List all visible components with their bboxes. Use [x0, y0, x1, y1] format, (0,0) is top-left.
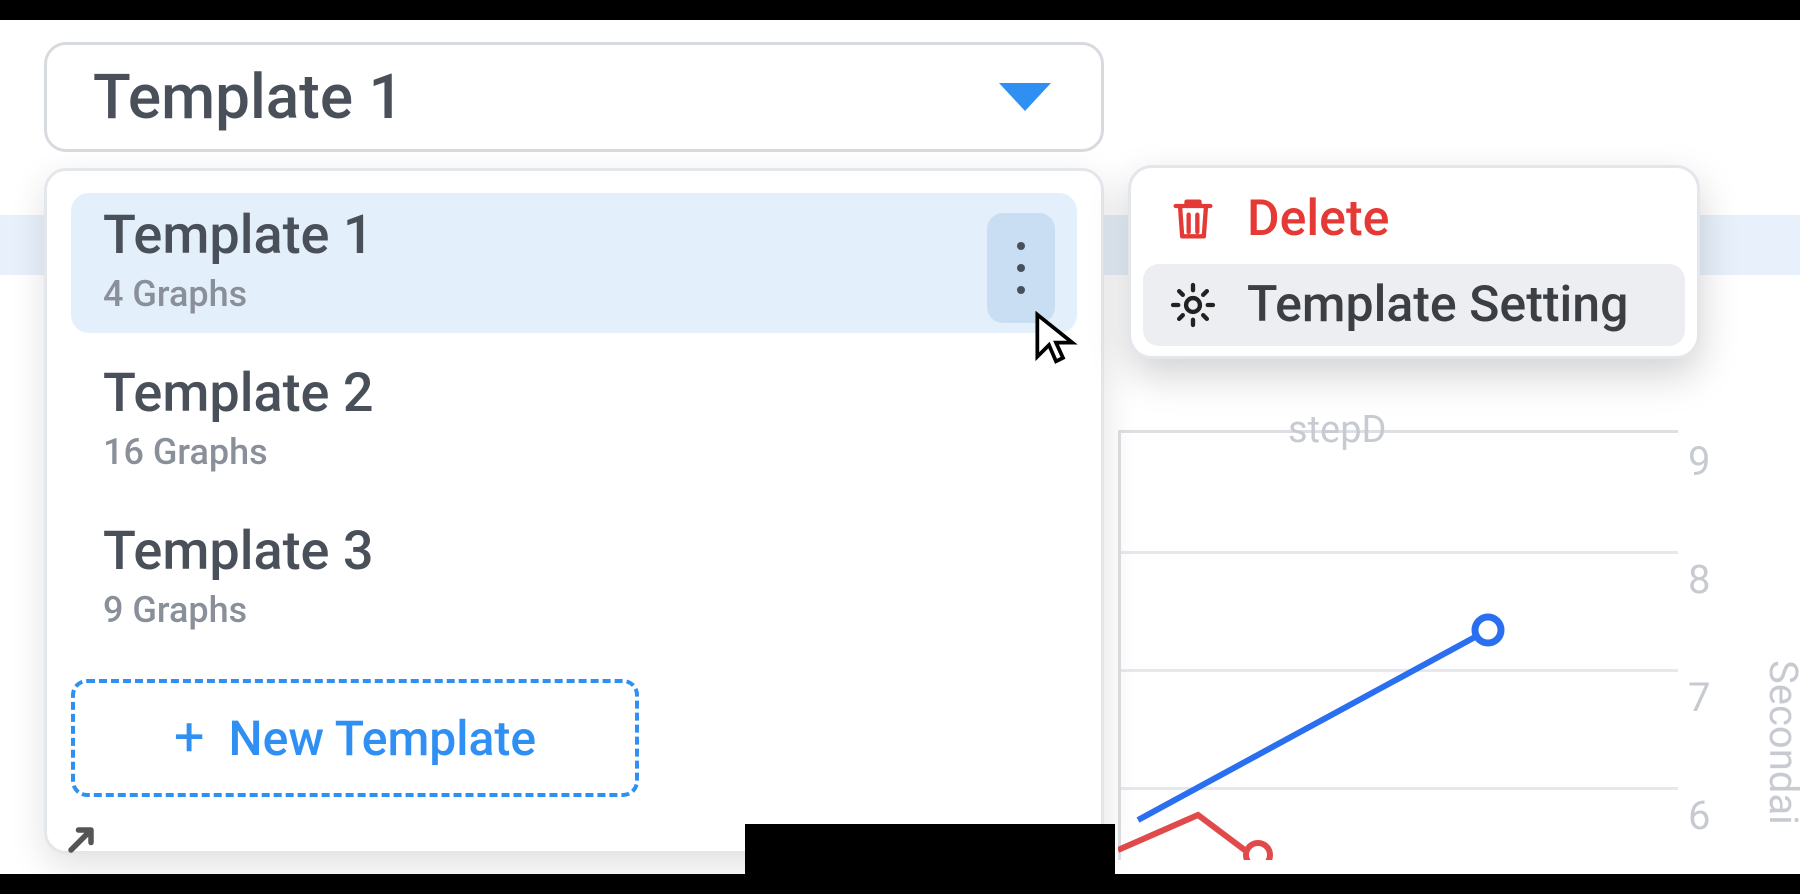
template-option-1[interactable]: Template 1 4 Graphs [71, 193, 1077, 333]
letterbox-bottom [0, 874, 1800, 894]
new-template-label: New Template [229, 710, 537, 767]
gear-icon [1167, 279, 1219, 331]
chevron-down-icon [999, 83, 1051, 111]
context-menu-template-setting[interactable]: Template Setting [1143, 264, 1685, 346]
y2-tick: 7 [1688, 674, 1710, 721]
template-option-2[interactable]: Template 2 16 Graphs [71, 351, 1077, 491]
chart-lines [1118, 430, 1678, 860]
axis-arrow-icon [56, 810, 116, 870]
template-option-more-button[interactable] [987, 213, 1055, 323]
context-menu-delete[interactable]: Delete [1143, 178, 1685, 260]
secondary-axis-label: Secondai [1760, 660, 1800, 825]
cursor-icon [1028, 310, 1084, 366]
template-option-sub: 16 Graphs [103, 431, 1045, 473]
context-menu-settings-label: Template Setting [1247, 276, 1628, 334]
y2-tick: 9 [1688, 438, 1710, 485]
template-option-title: Template 2 [103, 363, 1045, 425]
template-option-3[interactable]: Template 3 9 Graphs [71, 509, 1077, 649]
new-template-button[interactable]: + New Template [71, 679, 639, 797]
template-option-title: Template 1 [103, 205, 1045, 267]
template-option-sub: 9 Graphs [103, 589, 1045, 631]
template-option-title: Template 3 [103, 521, 1045, 583]
template-dropdown: Template 1 4 Graphs Template 2 16 Graphs… [44, 168, 1104, 854]
context-menu-delete-label: Delete [1247, 190, 1389, 248]
more-vertical-icon [1017, 242, 1025, 294]
template-context-menu: Delete Template Setting [1128, 165, 1700, 359]
y2-tick: 6 [1688, 792, 1710, 839]
template-select[interactable]: Template 1 [44, 42, 1104, 152]
plus-icon: + [174, 711, 205, 765]
template-select-value: Template 1 [93, 61, 404, 134]
y2-tick: 8 [1688, 556, 1710, 603]
tooltip-fragment [745, 824, 1115, 874]
letterbox-top [0, 0, 1800, 20]
trash-icon [1167, 193, 1219, 245]
template-option-sub: 4 Graphs [103, 273, 1045, 315]
